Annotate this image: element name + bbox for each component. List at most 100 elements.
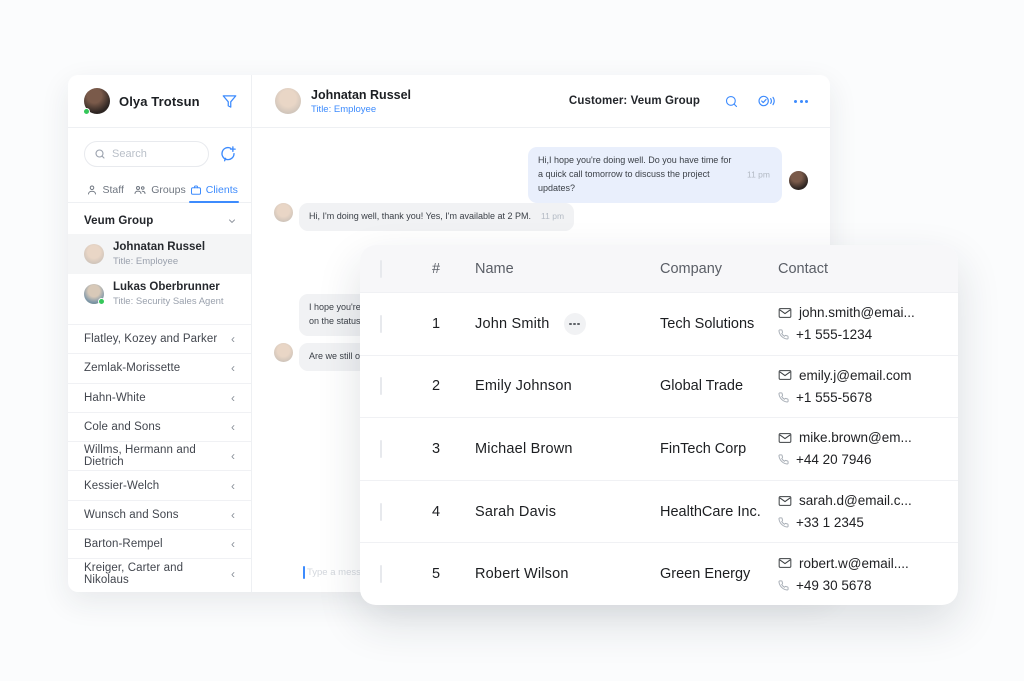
contact-name: Johnatan Russel xyxy=(113,240,205,256)
envelope-icon xyxy=(778,557,792,569)
company-name: Hahn-White xyxy=(84,392,231,404)
avatar xyxy=(84,284,104,304)
company-item[interactable]: Zemlak-Morissette‹ xyxy=(68,353,251,382)
new-chat-button[interactable] xyxy=(219,145,237,163)
read-status-button[interactable] xyxy=(754,93,780,109)
message-time: 11 pm xyxy=(541,210,564,223)
row-checkbox[interactable] xyxy=(380,377,382,395)
phone-icon xyxy=(778,580,789,591)
company-name: Global Trade xyxy=(660,378,778,394)
contact-name: Michael Brown xyxy=(475,441,573,457)
company-name: Willms, Hermann and Dietrich xyxy=(84,444,231,468)
row-checkbox[interactable] xyxy=(380,315,382,333)
tab-clients[interactable]: Clients xyxy=(187,178,241,202)
tab-groups[interactable]: Groups xyxy=(132,178,186,202)
ellipsis-icon xyxy=(794,100,808,103)
chevron-left-icon: ‹ xyxy=(231,480,235,492)
search-box[interactable] xyxy=(84,141,209,167)
table-row[interactable]: 1 John Smith Tech Solutions john.smith@e… xyxy=(360,292,958,355)
contact-email: robert.w@email.... xyxy=(799,556,909,571)
row-checkbox[interactable] xyxy=(380,503,382,521)
table-header-row: # Name Company Contact xyxy=(360,245,958,292)
company-name: Kessier-Welch xyxy=(84,480,231,492)
company-name: Zemlak-Morissette xyxy=(84,362,231,374)
column-header-name: Name xyxy=(475,261,660,277)
row-menu-button[interactable] xyxy=(564,313,586,335)
chat-peer-name: Johnatan Russel xyxy=(311,87,411,105)
text-cursor xyxy=(303,566,305,579)
company-item[interactable]: Kessier-Welch‹ xyxy=(68,470,251,499)
company-item[interactable]: Wunsch and Sons‹ xyxy=(68,500,251,529)
phone-icon xyxy=(778,392,789,403)
contact-email: mike.brown@em... xyxy=(799,430,912,445)
company-name: HealthCare Inc. xyxy=(660,504,778,520)
filter-button[interactable] xyxy=(222,94,237,109)
tab-staff-label: Staff xyxy=(102,184,123,196)
row-checkbox[interactable] xyxy=(380,440,382,458)
chevron-left-icon: ‹ xyxy=(231,421,235,433)
contact-name: Robert Wilson xyxy=(475,566,569,582)
table-row[interactable]: 4 Sarah Davis HealthCare Inc. sarah.d@em… xyxy=(360,480,958,543)
contact-title: Title: Security Sales Agent xyxy=(113,296,224,308)
search-icon xyxy=(94,148,106,160)
row-checkbox[interactable] xyxy=(380,565,382,583)
chevron-left-icon: ‹ xyxy=(231,362,235,374)
table-row[interactable]: 3 Michael Brown FinTech Corp mike.brown@… xyxy=(360,417,958,480)
contact-name: Lukas Oberbrunner xyxy=(113,280,224,296)
avatar xyxy=(84,244,104,264)
company-item[interactable]: Willms, Hermann and Dietrich‹ xyxy=(68,441,251,470)
contact-item-johnatan[interactable]: Johnatan Russel Title: Employee xyxy=(68,234,251,274)
company-item[interactable]: Flatley, Kozey and Parker‹ xyxy=(68,324,251,353)
company-item[interactable]: Cole and Sons‹ xyxy=(68,412,251,441)
contact-email: john.smith@emai... xyxy=(799,305,915,320)
envelope-icon xyxy=(778,432,792,444)
search-input[interactable] xyxy=(112,148,199,160)
online-status-dot xyxy=(83,108,90,115)
company-item[interactable]: Hahn-White‹ xyxy=(68,383,251,412)
phone-icon xyxy=(778,454,789,465)
company-name: Kreiger, Carter and Nikolaus xyxy=(84,562,231,586)
row-num: 3 xyxy=(432,441,475,457)
chevron-down-icon xyxy=(227,216,237,226)
company-name: Barton-Rempel xyxy=(84,538,231,550)
message-outgoing: Hi,I hope you're doing well. Do you have… xyxy=(528,147,782,203)
chevron-left-icon: ‹ xyxy=(231,333,235,345)
chevron-left-icon: ‹ xyxy=(231,538,235,550)
group-header-veum[interactable]: Veum Group xyxy=(68,207,251,234)
column-header-contact: Contact xyxy=(778,261,958,277)
avatar xyxy=(789,171,808,190)
company-item[interactable]: Kreiger, Carter and Nikolaus‹ xyxy=(68,558,251,587)
message-incoming: Hi, I'm doing well, thank you! Yes, I'm … xyxy=(274,203,574,231)
profile-row: Olya Trotsun xyxy=(68,75,251,128)
tab-groups-label: Groups xyxy=(151,184,185,196)
contact-phone: +44 20 7946 xyxy=(796,452,871,467)
contact-phone: +33 1 2345 xyxy=(796,515,864,530)
contact-phone: +1 555-5678 xyxy=(796,390,872,405)
table-row[interactable]: 2 Emily Johnson Global Trade emily.j@ema… xyxy=(360,355,958,418)
avatar xyxy=(274,203,293,222)
row-num: 1 xyxy=(432,316,475,332)
table-row[interactable]: 5 Robert Wilson Green Energy robert.w@em… xyxy=(360,542,958,605)
avatar xyxy=(275,88,301,114)
company-name: Cole and Sons xyxy=(84,421,231,433)
company-list: Flatley, Kozey and Parker‹ Zemlak-Moriss… xyxy=(68,324,251,588)
chat-search-button[interactable] xyxy=(718,94,744,109)
tab-staff[interactable]: Staff xyxy=(78,178,132,202)
company-name: Flatley, Kozey and Parker xyxy=(84,333,231,345)
message-text: Hi,I hope you're doing well. Do you have… xyxy=(538,155,731,193)
contact-item-lukas[interactable]: Lukas Oberbrunner Title: Security Sales … xyxy=(68,274,251,314)
search-icon xyxy=(724,94,739,109)
chevron-left-icon: ‹ xyxy=(231,450,235,462)
group-name: Veum Group xyxy=(84,215,227,227)
search-row xyxy=(68,128,251,167)
contact-name: John Smith xyxy=(475,316,550,332)
company-item[interactable]: Barton-Rempel‹ xyxy=(68,529,251,558)
select-all-checkbox[interactable] xyxy=(380,260,382,278)
screenshot-stage: Olya Trotsun xyxy=(0,0,1024,681)
contact-phone: +1 555-1234 xyxy=(796,327,872,342)
check-circle-waves-icon xyxy=(757,93,777,109)
message-text: Hi, I'm doing well, thank you! Yes, I'm … xyxy=(309,210,531,224)
contact-email: sarah.d@email.c... xyxy=(799,493,912,508)
more-options-button[interactable] xyxy=(790,90,812,112)
avatar xyxy=(274,343,293,362)
